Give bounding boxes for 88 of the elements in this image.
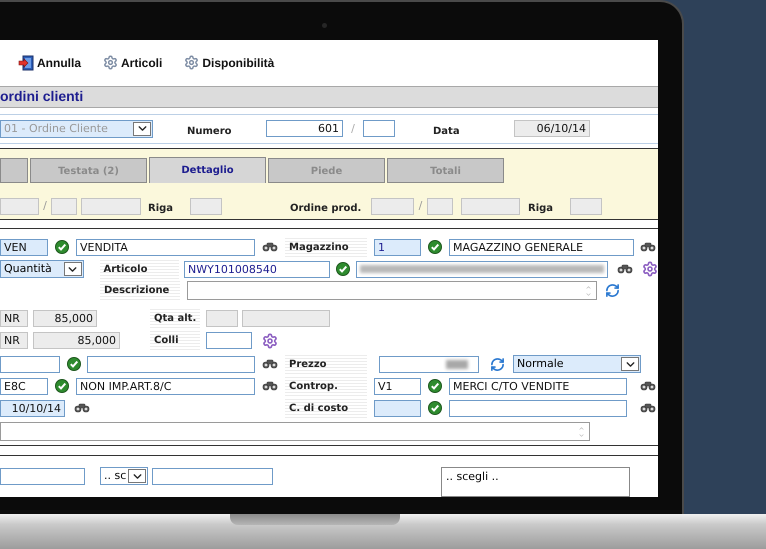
input-field[interactable]	[363, 120, 395, 138]
input-field[interactable]: 85,000	[33, 332, 120, 350]
binoculars-icon[interactable]	[640, 403, 656, 414]
input-field[interactable]: 85,000	[33, 310, 97, 328]
input-field[interactable]: VEN	[0, 238, 48, 256]
check-icon	[336, 262, 350, 276]
input-field[interactable]	[206, 310, 238, 328]
check-icon	[428, 240, 442, 254]
input-field[interactable]	[87, 356, 255, 373]
field-label: Magazzino	[285, 238, 367, 257]
input-field[interactable]: NR	[0, 332, 28, 350]
tab[interactable]	[0, 158, 28, 184]
binoculars-icon[interactable]	[640, 242, 656, 252]
field-label: Colli	[150, 331, 200, 350]
input-field[interactable]	[374, 400, 421, 417]
input-field[interactable]	[449, 400, 627, 417]
input-field[interactable]: 06/10/14	[514, 120, 590, 138]
check-icon	[66, 357, 80, 372]
field-label: Data	[433, 126, 460, 137]
input-field[interactable]: MERCI C/TO VENDITE	[449, 378, 627, 395]
input-field[interactable]	[427, 198, 453, 215]
field-label: C. di costo	[285, 398, 367, 418]
settings-icon[interactable]	[262, 332, 278, 349]
blurred-text	[446, 360, 468, 369]
field-label: Ordine prod.	[290, 203, 362, 214]
field-label: Prezzo	[285, 354, 367, 374]
tab[interactable]: Dettaglio	[149, 157, 266, 184]
input-field[interactable]	[51, 198, 77, 215]
input-field[interactable]: NR	[0, 310, 28, 328]
binoculars-icon[interactable]	[262, 359, 278, 370]
check-icon	[428, 379, 442, 394]
input-field[interactable]	[461, 198, 520, 215]
input-field[interactable]: 10/10/14	[0, 400, 65, 417]
gear-icon	[103, 55, 118, 70]
input-field[interactable]: MAGAZZINO GENERALE	[449, 238, 634, 256]
input-field[interactable]	[206, 332, 252, 350]
input-field[interactable]: 1	[374, 238, 421, 256]
text-area[interactable]	[187, 281, 597, 300]
field-label: Descrizione	[100, 281, 180, 300]
binoculars-icon[interactable]	[262, 381, 278, 392]
field-label: Controp.	[285, 376, 367, 396]
binoculars-icon[interactable]	[74, 403, 90, 414]
field-label: Riga	[528, 203, 554, 214]
check-icon	[55, 240, 69, 254]
input-field[interactable]: V1	[374, 378, 421, 395]
input-field[interactable]: 601	[266, 120, 343, 138]
binoculars-icon[interactable]	[640, 381, 656, 392]
input-field[interactable]	[570, 198, 602, 215]
binoculars-icon[interactable]	[262, 242, 278, 252]
gear-icon	[184, 55, 200, 70]
text-area[interactable]	[0, 422, 590, 442]
input-field[interactable]	[242, 310, 330, 328]
dropdown[interactable]: .. sc	[100, 467, 148, 486]
input-field[interactable]: E8C	[0, 378, 48, 395]
toolbar-button[interactable]: Articoli	[103, 54, 162, 72]
check-icon	[55, 379, 69, 394]
input-field[interactable]: VENDITA	[76, 238, 255, 256]
input-field[interactable]	[371, 198, 414, 215]
input-field[interactable]	[0, 356, 60, 373]
dropdown[interactable]: Normale	[513, 355, 641, 374]
refresh-icon[interactable]	[490, 356, 505, 372]
field-label: Riga	[148, 203, 174, 214]
list-box[interactable]: .. scegli ..	[441, 467, 630, 497]
separator: /	[42, 198, 48, 214]
input-field[interactable]	[0, 468, 85, 486]
toolbar-button[interactable]: Annulla	[18, 54, 81, 72]
input-field[interactable]: NON IMP.ART.8/C	[76, 378, 255, 395]
input-field[interactable]	[152, 468, 273, 486]
field-label: Qta alt.	[150, 309, 200, 328]
settings-icon[interactable]	[642, 261, 658, 278]
input-field[interactable]	[81, 198, 141, 215]
input-field[interactable]	[379, 356, 479, 373]
input-field[interactable]: NWY101008540	[184, 260, 330, 278]
input-field[interactable]	[190, 198, 222, 215]
input-field[interactable]	[0, 198, 39, 215]
field-label: Articolo	[100, 260, 180, 279]
dropdown[interactable]: Quantità	[0, 260, 84, 278]
input-field[interactable]	[356, 260, 608, 278]
page-title: ordini clienti	[0, 87, 84, 106]
toolbar-button[interactable]: Disponibilità	[184, 54, 274, 72]
refresh-icon[interactable]	[605, 283, 620, 298]
exit-door-icon	[18, 54, 34, 71]
binoculars-icon[interactable]	[617, 264, 633, 274]
field-label: Numero	[187, 126, 232, 137]
separator: /	[418, 198, 424, 214]
list-item[interactable]: .. scegli ..	[446, 470, 499, 484]
separator: /	[350, 120, 356, 137]
check-icon	[428, 401, 442, 416]
